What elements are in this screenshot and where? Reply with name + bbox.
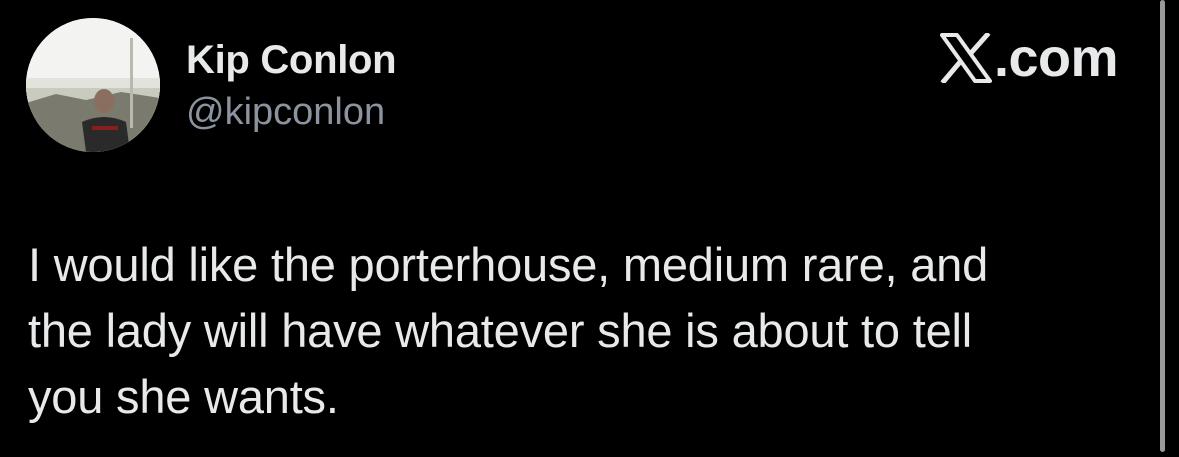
scrollbar[interactable]: [1160, 0, 1165, 452]
site-domain-suffix: .com: [994, 28, 1119, 88]
author-display-name[interactable]: Kip Conlon: [186, 38, 397, 83]
author-handle[interactable]: @kipconlon: [186, 91, 385, 134]
x-logo-icon: [940, 33, 992, 83]
avatar[interactable]: [26, 18, 160, 152]
tweet-line: you she wants.: [28, 370, 339, 423]
avatar-photo: [26, 18, 160, 152]
tweet-text: I would like the porterhouse, medium rar…: [28, 232, 1138, 430]
site-logo: .com: [940, 28, 1119, 88]
tweet-line: I would like the porterhouse, medium rar…: [28, 238, 989, 291]
tweet-line: the lady will have whatever she is about…: [28, 304, 972, 357]
